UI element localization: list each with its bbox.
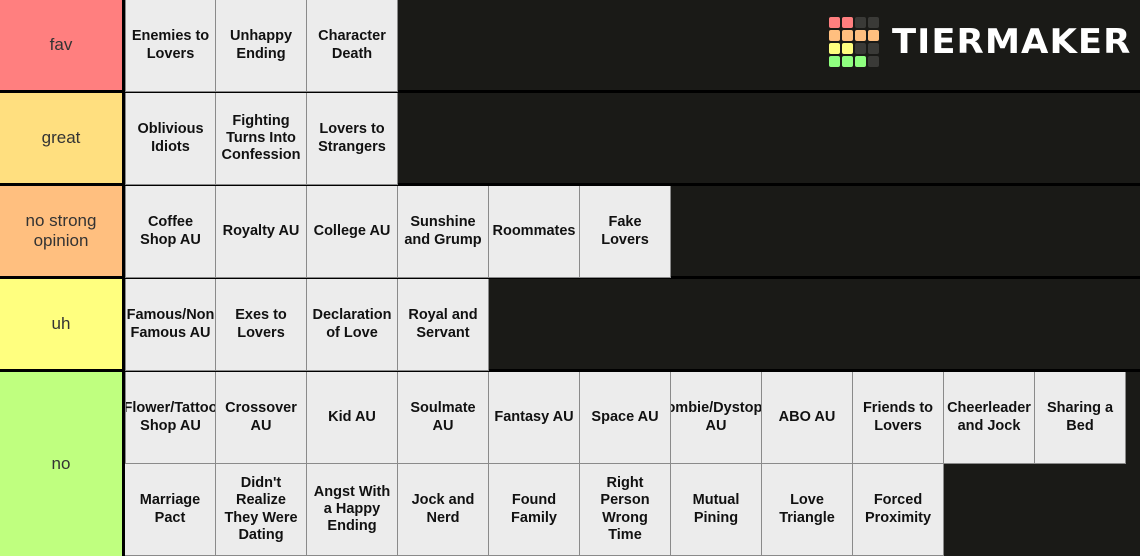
- tier-item[interactable]: Royal and Servant: [398, 279, 489, 371]
- tier-item[interactable]: Oblivious Idiots: [125, 93, 216, 185]
- tier-item[interactable]: Unhappy Ending: [216, 0, 307, 92]
- tier-tiles-great: Oblivious Idiots Fighting Turns Into Conf…: [125, 93, 1140, 185]
- tier-item[interactable]: ABO AU: [762, 372, 853, 464]
- tier-item[interactable]: Roommates: [489, 186, 580, 278]
- tier-list-board: TIERMAKER fav Enemies to Lovers Unhappy En…: [0, 0, 1140, 556]
- tier-row: fav Enemies to Lovers Unhappy Ending Charac…: [0, 0, 1140, 93]
- tier-item[interactable]: Famous/Non Famous AU: [125, 279, 216, 371]
- tier-item[interactable]: Marriage Pact: [125, 464, 216, 556]
- tier-item[interactable]: Zombie/Dystopia AU: [671, 372, 762, 464]
- tier-label-no-strong-opinion[interactable]: no strong opinion: [0, 186, 125, 276]
- tier-item[interactable]: Found Family: [489, 464, 580, 556]
- tier-item[interactable]: Love Triangle: [762, 464, 853, 556]
- tier-item[interactable]: Jock and Nerd: [398, 464, 489, 556]
- tier-item[interactable]: Enemies to Lovers: [125, 0, 216, 92]
- tier-label-uh[interactable]: uh: [0, 279, 125, 369]
- tier-tiles-uh: Famous/Non Famous AU Exes to Lovers Declar…: [125, 279, 1140, 371]
- tier-row: uh Famous/Non Famous AU Exes to Lovers Decl…: [0, 279, 1140, 372]
- tier-label-great[interactable]: great: [0, 93, 125, 183]
- tier-item[interactable]: Didn't Realize They Were Dating: [216, 464, 307, 556]
- tier-item[interactable]: Sharing a Bed: [1035, 372, 1126, 464]
- tier-item[interactable]: Soulmate AU: [398, 372, 489, 464]
- tier-item[interactable]: Forced Proximity: [853, 464, 944, 556]
- tier-item[interactable]: Flower/Tattoo Shop AU: [125, 372, 216, 464]
- tier-row: no strong opinion Coffee Shop AU Royalty A…: [0, 186, 1140, 279]
- tier-item[interactable]: Declaration of Love: [307, 279, 398, 371]
- tier-tiles-no: Flower/Tattoo Shop AU Crossover AU Kid AU S…: [125, 372, 1140, 556]
- tier-item[interactable]: Angst With a Happy Ending: [307, 464, 398, 556]
- tier-item[interactable]: Coffee Shop AU: [125, 186, 216, 278]
- tier-item[interactable]: Fantasy AU: [489, 372, 580, 464]
- tier-item[interactable]: Friends to Lovers: [853, 372, 944, 464]
- tier-row: no Flower/Tattoo Shop AU Crossover AU Kid A…: [0, 372, 1140, 556]
- tier-item[interactable]: Character Death: [307, 0, 398, 92]
- tier-row: great Oblivious Idiots Fighting Turns Into…: [0, 93, 1140, 186]
- tier-item[interactable]: Royalty AU: [216, 186, 307, 278]
- tier-item[interactable]: Mutual Pining: [671, 464, 762, 556]
- tier-item[interactable]: Exes to Lovers: [216, 279, 307, 371]
- tier-item[interactable]: Right Person Wrong Time: [580, 464, 671, 556]
- tier-tiles-no-strong-opinion: Coffee Shop AU Royalty AU College AU Sunshi…: [125, 186, 1140, 278]
- tier-item[interactable]: Lovers to Strangers: [307, 93, 398, 185]
- tier-item[interactable]: Crossover AU: [216, 372, 307, 464]
- tier-label-fav[interactable]: fav: [0, 0, 125, 90]
- tier-label-no[interactable]: no: [0, 372, 125, 556]
- tier-item[interactable]: Space AU: [580, 372, 671, 464]
- tier-item[interactable]: Kid AU: [307, 372, 398, 464]
- tier-tiles-fav: Enemies to Lovers Unhappy Ending Character…: [125, 0, 1140, 92]
- tier-rows-container: fav Enemies to Lovers Unhappy Ending Charac…: [0, 0, 1140, 556]
- tier-item[interactable]: College AU: [307, 186, 398, 278]
- tier-item[interactable]: Fighting Turns Into Confession: [216, 93, 307, 185]
- tier-item[interactable]: Cheerleader and Jock: [944, 372, 1035, 464]
- tier-item[interactable]: Sunshine and Grump: [398, 186, 489, 278]
- tier-item[interactable]: Fake Lovers: [580, 186, 671, 278]
